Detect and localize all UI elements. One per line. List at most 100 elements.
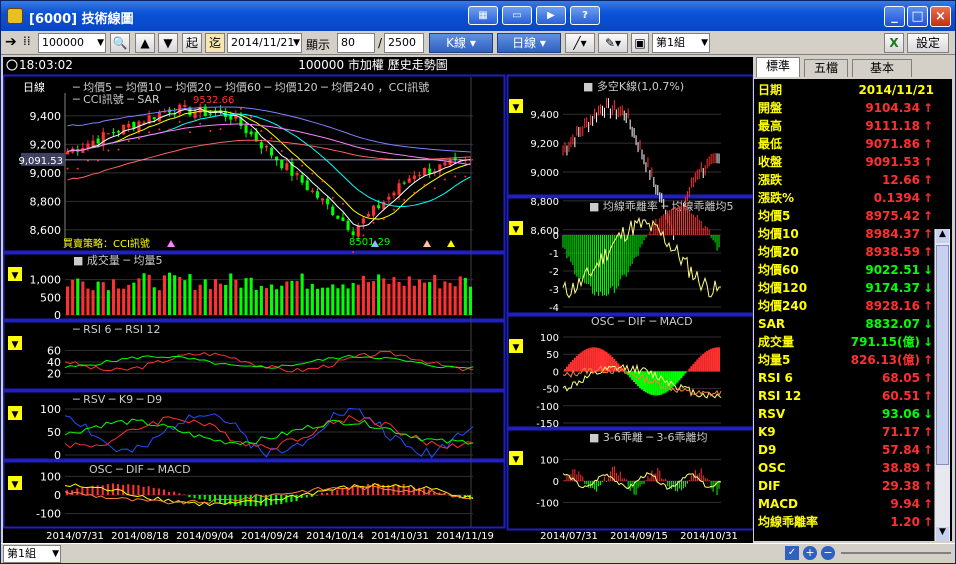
end-button[interactable]: 迄 <box>205 33 225 53</box>
close-button[interactable]: × <box>930 6 951 27</box>
volume-bar <box>275 289 279 315</box>
chevron-down-icon: ▼ <box>701 38 708 48</box>
volume-bar <box>326 287 330 315</box>
trend-arrow-icon: ↑ <box>922 173 934 187</box>
volume-bar <box>336 288 340 315</box>
osc-bar <box>173 491 176 495</box>
macd-y-tick: -100 <box>36 508 61 521</box>
settings-button[interactable]: 設定 <box>907 33 949 53</box>
quote-row: 均價5 8975.42 ↑ <box>758 207 934 225</box>
volume-bar <box>66 286 70 315</box>
volume-bar <box>86 288 90 315</box>
trend-arrow-icon: ↑ <box>922 443 934 457</box>
grid-icon[interactable]: ⁞⁞ <box>23 34 31 48</box>
trend-arrow-icon: ↑ <box>922 101 934 115</box>
quote-label: 均價20 <box>758 245 799 259</box>
down-button[interactable]: ▼ <box>158 33 178 53</box>
sar-dot <box>168 128 171 131</box>
volume-bar <box>341 284 345 315</box>
draw-line-icon[interactable]: ╱▾ <box>565 33 595 53</box>
layout-grid-icon[interactable]: ▦ <box>468 6 498 25</box>
trend-arrow-icon: ↓ <box>922 263 934 277</box>
checkbox-icon[interactable]: ✓ <box>785 546 799 560</box>
sar-dot <box>464 175 467 178</box>
candle-body <box>295 173 299 176</box>
save-icon[interactable]: ▣ <box>631 33 649 53</box>
sar-dot <box>423 184 426 187</box>
candle-body <box>208 113 212 115</box>
group-select[interactable]: 第1組 ▼ <box>652 33 710 53</box>
x-tick: 2014/11/19 <box>436 531 494 542</box>
quote-row: 日期 2014/11/21 <box>758 81 934 99</box>
quote-value: 9104.34 <box>865 101 920 115</box>
side-tab[interactable]: 標準 <box>756 57 800 77</box>
candle-body <box>101 132 105 146</box>
side-tab[interactable]: 五檔 <box>804 59 848 77</box>
side-tabs: 標準 五檔 基本 <box>754 57 954 77</box>
quote-label: 均價240 <box>758 299 808 313</box>
candle-body <box>96 138 100 144</box>
eraser-icon[interactable]: ✎▾ <box>598 33 628 53</box>
zoom-in-icon[interactable]: + <box>803 546 817 560</box>
start-button[interactable]: 起 <box>182 33 202 53</box>
sar-dot <box>199 122 202 125</box>
zoom-out-icon[interactable]: − <box>821 546 835 560</box>
quote-row: SAR 8832.07 ↓ <box>758 315 934 333</box>
quote-value: 60.51 <box>882 389 920 403</box>
video-icon[interactable]: ▶ <box>536 6 566 25</box>
arrow-right-icon[interactable]: ➔ <box>5 34 17 50</box>
candle-body <box>443 162 447 166</box>
layout-window-icon[interactable]: ▭ <box>502 6 532 25</box>
osc-bar <box>208 495 211 502</box>
zoom-slider[interactable] <box>841 552 951 554</box>
chart-area[interactable]: 18:03:02 100000 市加權 歷史走勢圖 ▼ ▼ ▼ ▼ ▼ ▼ ▼ ▼ 日線 ─ 均價5 … <box>2 57 755 543</box>
side-tab[interactable]: 基本 <box>852 59 912 77</box>
candle-body <box>331 206 335 216</box>
osc-bar <box>162 489 165 495</box>
kline-dropdown[interactable]: K線 ▾ <box>429 33 493 53</box>
minimize-button[interactable]: _ <box>884 6 905 27</box>
rsv-line <box>64 407 474 459</box>
quote-value: 9111.18 <box>865 119 920 133</box>
candle-body <box>132 122 136 129</box>
x-tick: 2014/10/31 <box>371 531 429 542</box>
y-tick: 9,200 <box>30 138 62 151</box>
trend-arrow-icon: ↑ <box>922 245 934 259</box>
help-icon[interactable]: ? <box>570 6 600 25</box>
sar-dot <box>352 251 355 254</box>
technical-charts[interactable]: 18:03:02 100000 市加權 歷史走勢圖 ▼ ▼ ▼ ▼ ▼ ▼ ▼ ▼ 日線 ─ 均價5 … <box>2 57 755 543</box>
candle-body <box>377 205 381 209</box>
count-input[interactable]: 80 <box>337 33 375 53</box>
volume-bar <box>428 282 432 315</box>
candle-body <box>321 198 325 201</box>
quote-scrollbar[interactable]: ▲ ▼ <box>934 229 950 541</box>
quote-label: 日期 <box>758 83 783 97</box>
x-tick: 2014/07/31 <box>46 531 104 542</box>
total-count-input[interactable]: 2500 <box>384 33 424 53</box>
quote-value: 29.38 <box>882 479 920 493</box>
up-button[interactable]: ▲ <box>135 33 155 53</box>
sar-dot <box>148 131 151 134</box>
sar-dot <box>301 164 304 167</box>
status-group-select[interactable]: 第1組 ▼ <box>3 545 61 563</box>
candle-body <box>326 198 330 205</box>
quote-value: 8832.07 <box>865 317 920 331</box>
y-tick: 8,800 <box>30 195 62 208</box>
volume-bar <box>382 278 386 315</box>
volume-bar <box>219 283 223 315</box>
volume-bar <box>157 290 161 315</box>
candle-body <box>157 112 161 122</box>
quote-row: 均價60 9022.51 ↓ <box>758 261 934 279</box>
symbol-value: 100000 <box>42 36 84 49</box>
excel-icon[interactable]: X <box>884 33 904 53</box>
sar-dot <box>454 175 457 178</box>
symbol-input[interactable]: 100000 ▼ <box>38 33 106 53</box>
sar-dot <box>321 180 324 183</box>
quote-label: 均量5 <box>758 353 791 367</box>
maximize-button[interactable]: □ <box>907 6 928 27</box>
search-button[interactable]: 🔍 <box>110 33 130 53</box>
quote-label: RSI 6 <box>758 371 793 385</box>
period-dropdown[interactable]: 日線 ▾ <box>497 33 561 53</box>
volume-bar <box>285 281 289 315</box>
date-input[interactable]: 2014/11/21 ▼ <box>227 33 302 53</box>
